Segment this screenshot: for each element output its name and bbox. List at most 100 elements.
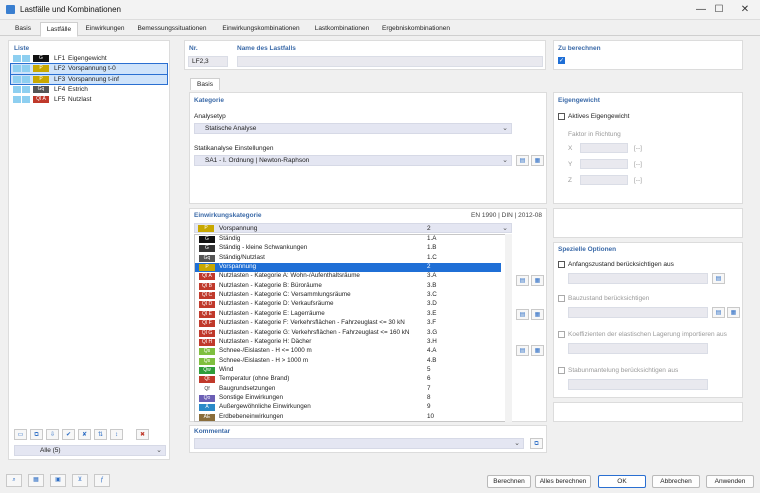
tab-einwirkungen[interactable]: Einwirkungen [80, 22, 130, 36]
new-icon[interactable]: ▦ [727, 307, 740, 318]
category-code: 1.C [427, 253, 437, 261]
einwirkung-select[interactable]: P Vorspannung 2 ⌄ [194, 223, 512, 233]
edit-settings-icon[interactable]: ▤ [516, 155, 529, 166]
search-icon[interactable]: ⌕ [6, 474, 22, 487]
maximize-button[interactable]: ☐ [712, 3, 726, 17]
tab-ergebniskombinationen[interactable]: Ergebniskombinationen [376, 22, 456, 36]
opt1-field[interactable] [568, 273, 708, 284]
list-item-name: Nutzlast [68, 96, 92, 104]
category-name: Schnee-/Eislasten - H > 1000 m [219, 356, 309, 364]
factor-y-input[interactable] [580, 159, 628, 169]
function-icon[interactable]: ƒ [94, 474, 110, 487]
opt2-field[interactable] [568, 307, 708, 318]
list-item[interactable]: QI A Nutzlasten - Kategorie A: Wohn-/Aufe… [195, 272, 501, 281]
new-settings-icon[interactable]: ▦ [531, 155, 544, 166]
list-item[interactable]: QI C Nutzlasten - Kategorie C: Versammlun… [195, 291, 501, 300]
opt2-checkbox[interactable] [558, 295, 565, 302]
list-item[interactable]: Qo Sonstige Einwirkungen 8 [195, 394, 501, 403]
category-name: Außergewöhnliche Einwirkungen [219, 403, 311, 411]
analysetyp-select[interactable]: Statische Analyse ⌄ [194, 123, 512, 134]
tab-einwirkungskombinationen[interactable]: Einwirkungskombinationen [214, 22, 308, 36]
new-icon[interactable]: ▦ [531, 345, 544, 356]
kommentar-select[interactable]: ⌄ [194, 438, 524, 449]
tab-bemessungssituationen[interactable]: Bemessungssituationen [132, 22, 212, 36]
sort-icon[interactable]: ⇅ [94, 429, 107, 440]
list-item[interactable]: QI H Nutzlasten - Kategorie H: Dächer 3.H [195, 338, 501, 347]
list-item[interactable]: G Ständig - kleine Schwankungen 1.B [195, 244, 501, 253]
list-item[interactable]: P LF2 Vorspannung t-0 [10, 63, 168, 75]
category-chip: QI A [199, 273, 215, 281]
edit-category-icon[interactable]: ▤ [516, 275, 529, 286]
minimize-button[interactable]: — [694, 3, 708, 17]
list-item[interactable]: QI B Nutzlasten - Kategorie B: Büroräume 3… [195, 282, 501, 291]
berechnen-button[interactable]: Berechnen [487, 475, 531, 488]
list-item[interactable]: G LF1 Eigengewicht [11, 54, 167, 64]
list-item[interactable]: G Ständig 1.A [195, 235, 501, 244]
nr-field[interactable]: LF2,3 [188, 56, 228, 67]
category-name: Schnee-/Eislasten - H <= 1000 m [219, 347, 312, 355]
opt4-label: Stabunmantelung berücksichtigen aus [568, 367, 679, 374]
renumber-icon[interactable]: ↕ [110, 429, 123, 440]
list-item[interactable]: Qf Baugrundsetzungen 7 [195, 385, 501, 394]
list-item[interactable]: A Außergewöhnliche Einwirkungen 9 [195, 403, 501, 412]
new-icon[interactable]: ▭ [14, 429, 27, 440]
list-item[interactable]: QI F Nutzlasten - Kategorie F: Verkehrsfl… [195, 319, 501, 328]
list-item[interactable]: P Vorspannung 2 [195, 263, 501, 272]
list-item[interactable]: QI E Nutzlasten - Kategorie E: Lagerräume… [195, 310, 501, 319]
factor-z-input[interactable] [580, 175, 628, 185]
ok-button[interactable]: OK [598, 475, 646, 488]
opt3-field[interactable] [568, 343, 708, 354]
calc-checkbox[interactable]: ✓ [558, 57, 565, 64]
new-icon[interactable]: ▦ [531, 309, 544, 320]
edit-icon[interactable]: ▤ [516, 309, 529, 320]
copy-icon[interactable]: ⧉ [30, 429, 43, 440]
list-item[interactable]: QI G Nutzlasten - Kategorie G: Verkehrsfl… [195, 329, 501, 338]
statik-select[interactable]: SA1 - I. Ordnung | Newton-Raphson ⌄ [194, 155, 512, 166]
edit-icon[interactable]: ▤ [712, 307, 725, 318]
filter-select[interactable]: Alle (5) ⌄ [14, 445, 166, 456]
category-chip: P [198, 225, 214, 232]
list-item[interactable]: Qs Schnee-/Eislasten - H <= 1000 m 4.A [195, 347, 501, 356]
close-button[interactable]: ✕ [738, 3, 752, 17]
edit-icon[interactable]: ▤ [516, 345, 529, 356]
check-all-icon[interactable]: ✔ [62, 429, 75, 440]
import-icon[interactable]: ⇩ [46, 429, 59, 440]
tab-basis[interactable]: Basis [8, 22, 38, 36]
tab-lastfaelle[interactable]: Lastfälle [40, 22, 78, 37]
anwenden-button[interactable]: Anwenden [706, 475, 754, 488]
dropdown-scrollbar[interactable] [505, 234, 512, 422]
uncheck-icon[interactable]: ✘ [78, 429, 91, 440]
name-field[interactable] [237, 56, 543, 67]
list-item[interactable]: Qs Schnee-/Eislasten - H > 1000 m 4.B [195, 357, 501, 366]
category-name: Ständig - kleine Schwankungen [219, 244, 308, 252]
list-item[interactable]: Gq Ständig/Nutzlast 1.C [195, 254, 501, 263]
info-category-icon[interactable]: ▦ [531, 275, 544, 286]
list-item[interactable]: Gq LF4 Estrich [11, 85, 167, 95]
list-item[interactable]: P LF3 Vorspannung t-inf [10, 73, 168, 86]
list-item[interactable]: Qw Wind 5 [195, 366, 501, 375]
opt3-checkbox[interactable] [558, 331, 565, 338]
edit-icon[interactable]: ▤ [712, 273, 725, 284]
display-icon[interactable]: ▣ [50, 474, 66, 487]
subtab-basis[interactable]: Basis [190, 78, 220, 90]
numbers-icon[interactable]: ▦ [28, 474, 44, 487]
filter-icon[interactable]: ⊻ [72, 474, 88, 487]
list-item[interactable]: QI A LF5 Nutzlast [11, 95, 167, 105]
category-name: Temperatur (ohne Brand) [219, 375, 290, 383]
list-item[interactable]: Qt Temperatur (ohne Brand) 6 [195, 375, 501, 384]
category-code: 9 [427, 403, 431, 411]
tab-lastkombinationen[interactable]: Lastkombinationen [310, 22, 374, 36]
alles-berechnen-button[interactable]: Alles berechnen [535, 475, 591, 488]
list-marker [22, 96, 30, 104]
opt4-checkbox[interactable] [558, 367, 565, 374]
copy-comment-icon[interactable]: ⧉ [530, 438, 543, 449]
opt4-field[interactable] [568, 379, 708, 390]
eigengewicht-checkbox[interactable] [558, 113, 565, 120]
list-item[interactable]: QI D Nutzlasten - Kategorie D: Verkaufsrä… [195, 300, 501, 309]
abbrechen-button[interactable]: Abbrechen [652, 475, 700, 488]
factor-x-input[interactable] [580, 143, 628, 153]
delete-icon[interactable]: ✖ [136, 429, 149, 440]
category-code: 2 [427, 263, 431, 271]
opt1-checkbox[interactable] [558, 261, 565, 268]
list-item[interactable]: AE Erdbebeneinwirkungen 10 [195, 413, 501, 421]
